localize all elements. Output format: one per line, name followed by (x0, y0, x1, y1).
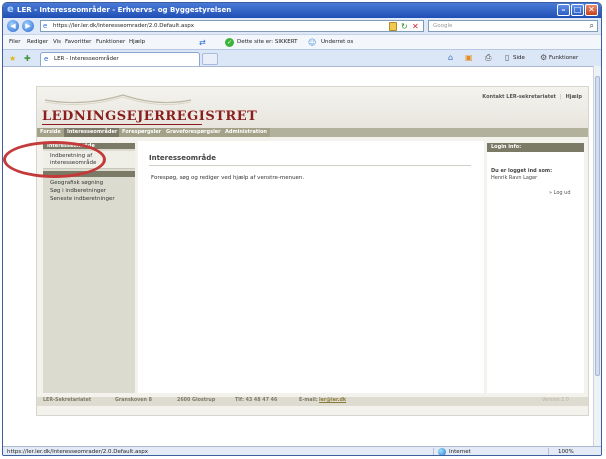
back-button[interactable]: ◀ (7, 20, 19, 32)
status-bar: https://ler.ler.dk/Interesseomrader/2.0.… (3, 446, 601, 455)
logo-curve-graphic (44, 94, 192, 105)
page-title: Interesseområde (149, 154, 216, 162)
page-viewport: LEDNINGSEJERREGISTRET Kontakt LER-sekret… (3, 66, 593, 446)
tab-ler[interactable]: e LER - Interesseområder (40, 52, 200, 66)
favorites-star-icon[interactable]: ★ (9, 54, 16, 63)
links-icon[interactable]: ⇄ (199, 38, 206, 47)
nav-foresporgsler[interactable]: Forespørgsler (119, 128, 165, 137)
page-icon[interactable]: ▯ (505, 53, 509, 62)
zoom-level[interactable]: 100% (558, 449, 574, 455)
footer-city: 2600 Glostrup (177, 398, 216, 403)
search-placeholder: Google (433, 23, 453, 29)
nav-forside[interactable]: Forside (37, 128, 64, 137)
site-header: LEDNINGSEJERREGISTRET Kontakt LER-sekret… (37, 87, 588, 128)
minimize-button[interactable]: – (557, 4, 570, 16)
menu-favoritter[interactable]: Favoritter (65, 39, 91, 45)
status-url: https://ler.ler.dk/Interesseomrader/2.0.… (7, 449, 149, 455)
ie-logo-icon: e (7, 4, 14, 15)
lock-icon[interactable] (389, 22, 397, 31)
feeds-icon[interactable]: ▣ (465, 53, 473, 62)
site-logo[interactable]: LEDNINGSEJERREGISTRET (42, 109, 257, 124)
status-divider (433, 448, 434, 455)
logged-in-label: Du er logget ind som: (491, 168, 553, 174)
page-favicon-icon: e (43, 22, 48, 30)
login-panel-header: Login info: (487, 143, 584, 152)
tab-favicon-icon: e (44, 55, 49, 63)
close-button[interactable]: ✕ (585, 4, 598, 16)
left-menu-item-geografisk[interactable]: Geografisk søgning (43, 180, 135, 187)
address-row: ◀ ▶ e https://ler.ler.dk/Interesseomrade… (3, 18, 601, 34)
search-icon[interactable]: ⌕ (590, 21, 594, 31)
footer-org: LER-Sekretariatet (43, 398, 92, 403)
browser-window: e LER - Interesseområder - Erhvervs- og … (2, 2, 602, 456)
address-bar[interactable]: e https://ler.ler.dk/Interesseomrader/2.… (40, 20, 424, 32)
security-check-icon: ✓ (225, 38, 234, 47)
window-title: LER - Interesseområder - Erhvervs- og By… (17, 6, 232, 14)
menu-vis[interactable]: Vis (53, 39, 61, 45)
logout-link[interactable]: » Log ud (549, 190, 571, 196)
menu-rediger[interactable]: Rediger (27, 39, 48, 45)
tools-menu[interactable]: Funktioner (549, 55, 578, 61)
logo-underline (42, 124, 202, 125)
search-input[interactable]: Google ⌕ (428, 20, 598, 32)
internet-zone-icon (438, 448, 446, 455)
site-footer: LER-Sekretariatet Granskoven 8 2600 Glos… (37, 397, 588, 406)
footer-email-label: E-mail: (299, 398, 318, 403)
tab-label: LER - Interesseområder (54, 56, 119, 62)
security-status[interactable]: Dette site er: SIKKERT (237, 39, 297, 45)
login-panel: Login info: Du er logget ind som: Henrik… (487, 143, 584, 393)
new-tab-button[interactable] (202, 53, 218, 65)
help-link[interactable]: Hjælp (566, 94, 582, 100)
footer-street: Granskoven 8 (115, 398, 152, 403)
forward-button[interactable]: ▶ (22, 20, 34, 32)
footer-version: Version 2.0 (542, 398, 569, 403)
title-divider (149, 165, 471, 166)
nav-administration[interactable]: Administration (222, 128, 270, 137)
page-intro: Forespøg, søg og rediger ved hjælp af ve… (151, 175, 305, 181)
left-menu-item-sog[interactable]: Søg i indberetninger (43, 188, 135, 195)
page-menu[interactable]: Side (513, 55, 525, 61)
notify-us-link[interactable]: Underret os (321, 39, 353, 45)
left-menu-item-seneste[interactable]: Seneste indberetninger (43, 196, 135, 203)
menu-filer[interactable]: Filer (9, 39, 20, 45)
footer-email-link[interactable]: ler@ler.dk (319, 398, 346, 403)
nav-graveforesporgsler[interactable]: Graveforespørgsler (163, 128, 224, 137)
tab-row: ★ ✚ e LER - Interesseområder ⌂ ▣ ⎙ ▯ Sid… (3, 49, 601, 66)
main-content: Interesseområde Forespøg, søg og rediger… (138, 141, 484, 393)
contact-link[interactable]: Kontakt LER-sekretariatet (482, 94, 556, 100)
menu-hjaelp[interactable]: Hjælp (129, 39, 145, 45)
footer-phone: Tlf: 43 48 47 46 (235, 398, 278, 403)
top-links: Kontakt LER-sekretariatet | Hjælp (482, 94, 582, 100)
logged-in-user: Henrik Ravn Lager (491, 175, 538, 181)
site-nav: Forside Interesseområder Forespørgsler G… (37, 128, 588, 137)
stop-icon[interactable]: ✕ (412, 22, 421, 31)
security-zone[interactable]: Internet (449, 449, 471, 455)
window-controls: – □ ✕ (557, 4, 598, 16)
tools-gear-icon[interactable]: ⚙ (540, 53, 547, 62)
menu-bar: Filer Rediger Vis Favoritter Funktioner … (3, 34, 601, 49)
refresh-icon[interactable]: ↻ (401, 22, 410, 31)
title-bar: e LER - Interesseområder - Erhvervs- og … (3, 3, 601, 18)
vertical-scrollbar[interactable] (593, 66, 601, 446)
menu-funktioner[interactable]: Funktioner (96, 39, 125, 45)
add-favorite-icon[interactable]: ✚ (24, 54, 31, 63)
ler-site: LEDNINGSEJERREGISTRET Kontakt LER-sekret… (36, 86, 589, 416)
address-url[interactable]: https://ler.ler.dk/Interesseomrader/2.0.… (53, 23, 194, 29)
nav-interesseomrader[interactable]: Interesseområder (64, 128, 121, 137)
status-divider-2 (548, 448, 549, 455)
scrollbar-thumb[interactable] (595, 76, 600, 376)
home-icon[interactable]: ⌂ (448, 53, 453, 62)
left-menu: Interesseområde Indberetning af interess… (43, 143, 135, 393)
people-icon: ☺ (308, 38, 317, 47)
maximize-button[interactable]: □ (571, 4, 584, 16)
print-icon[interactable]: ⎙ (485, 53, 491, 63)
annotation-circle (3, 141, 106, 178)
